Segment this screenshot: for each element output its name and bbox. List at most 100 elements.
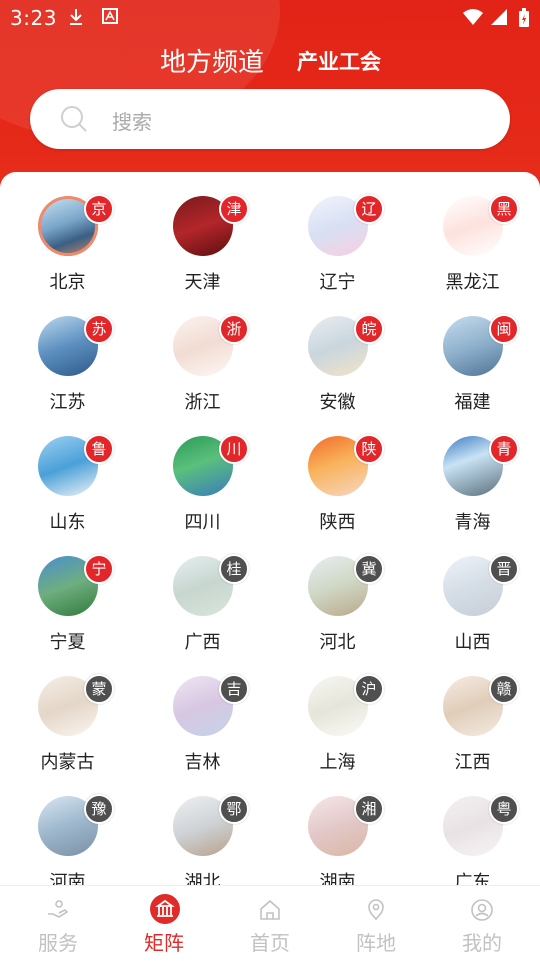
province-label: 吉林 [184, 752, 221, 773]
province-badge: 粤 [489, 794, 519, 824]
nav-label: 阵地 [356, 931, 396, 955]
nav-matrix[interactable]: 矩阵 [110, 886, 218, 961]
nav-home[interactable]: 首页 [216, 886, 324, 961]
status-bar: 3:23 [0, 0, 540, 36]
home-icon [258, 898, 282, 922]
bank-building-icon [150, 894, 180, 924]
province-badge: 皖 [354, 314, 384, 344]
province-label: 黑龙江 [445, 272, 500, 293]
province-label: 辽宁 [319, 272, 356, 293]
nav-label: 我的 [462, 931, 502, 955]
province-badge: 黑 [489, 194, 519, 224]
province-badge: 冀 [354, 554, 384, 584]
province-label: 江西 [454, 752, 491, 773]
province-label: 福建 [454, 392, 491, 413]
tab-local-channel[interactable]: 地方频道 [160, 42, 264, 79]
user-icon [470, 898, 494, 922]
province-item[interactable]: 青青海 [405, 434, 540, 556]
download-icon [68, 8, 84, 30]
province-item[interactable]: 陕陕西 [270, 434, 405, 556]
signal-icon [490, 8, 508, 30]
province-item[interactable]: 桂广西 [135, 554, 270, 676]
province-badge: 蒙 [84, 674, 114, 704]
province-label: 安徽 [319, 392, 356, 413]
nav-label: 矩阵 [144, 931, 184, 955]
province-item[interactable]: 鲁山东 [0, 434, 135, 556]
province-badge: 豫 [84, 794, 114, 824]
tab-industry-union[interactable]: 产业工会 [297, 46, 381, 76]
province-item[interactable]: 豫河南 [0, 794, 135, 885]
province-item[interactable]: 赣江西 [405, 674, 540, 796]
battery-charging-icon [518, 8, 530, 32]
province-badge: 鲁 [84, 434, 114, 464]
province-label: 广东 [454, 872, 491, 885]
province-badge: 鄂 [219, 794, 249, 824]
status-time: 3:23 [10, 6, 57, 30]
province-item[interactable]: 蒙内蒙古 [0, 674, 135, 796]
province-badge: 苏 [84, 314, 114, 344]
province-label: 北京 [49, 272, 86, 293]
service-hand-icon [46, 898, 70, 922]
province-badge: 沪 [354, 674, 384, 704]
province-badge: 湘 [354, 794, 384, 824]
search-placeholder: 搜索 [112, 110, 152, 134]
province-label: 山西 [454, 632, 491, 653]
province-label: 广西 [184, 632, 221, 653]
province-badge: 陕 [354, 434, 384, 464]
province-item[interactable]: 沪上海 [270, 674, 405, 796]
province-badge: 晋 [489, 554, 519, 584]
channel-tabs: 地方频道 产业工会 [0, 42, 540, 78]
province-item[interactable]: 京北京 [0, 194, 135, 316]
search-bar[interactable]: 搜索 [30, 89, 510, 149]
province-item[interactable]: 宁宁夏 [0, 554, 135, 676]
province-item[interactable]: 闽福建 [405, 314, 540, 436]
province-item[interactable]: 黑黑龙江 [405, 194, 540, 316]
province-badge: 桂 [219, 554, 249, 584]
nav-position[interactable]: 阵地 [322, 886, 430, 961]
nav-label: 首页 [250, 931, 290, 955]
province-panel: 京北京津天津辽辽宁黑黑龙江苏江苏浙浙江皖安徽闽福建鲁山东川四川陕陕西青青海宁宁夏… [0, 172, 540, 885]
nav-mine[interactable]: 我的 [428, 886, 536, 961]
province-label: 江苏 [49, 392, 86, 413]
nav-service[interactable]: 服务 [4, 886, 112, 961]
province-item[interactable]: 皖安徽 [270, 314, 405, 436]
province-item[interactable]: 浙浙江 [135, 314, 270, 436]
province-item[interactable]: 鄂湖北 [135, 794, 270, 885]
province-label: 河南 [49, 872, 86, 885]
province-item[interactable]: 吉吉林 [135, 674, 270, 796]
province-badge: 津 [219, 194, 249, 224]
location-pin-icon [364, 898, 388, 922]
province-label: 河北 [319, 632, 356, 653]
province-badge: 京 [84, 194, 114, 224]
province-badge: 赣 [489, 674, 519, 704]
province-item[interactable]: 粤广东 [405, 794, 540, 885]
province-badge: 辽 [354, 194, 384, 224]
province-item[interactable]: 苏江苏 [0, 314, 135, 436]
province-label: 山东 [49, 512, 86, 533]
province-badge: 闽 [489, 314, 519, 344]
wifi-icon [462, 8, 484, 30]
province-label: 上海 [319, 752, 356, 773]
province-label: 青海 [454, 512, 491, 533]
province-item[interactable]: 辽辽宁 [270, 194, 405, 316]
province-label: 陕西 [319, 512, 356, 533]
province-item[interactable]: 川四川 [135, 434, 270, 556]
province-badge: 青 [489, 434, 519, 464]
province-item[interactable]: 晋山西 [405, 554, 540, 676]
province-label: 浙江 [184, 392, 221, 413]
province-label: 湖北 [184, 872, 221, 885]
bottom-navigation: 服务 矩阵 首页 阵地 我的 [0, 885, 540, 961]
province-badge: 川 [219, 434, 249, 464]
province-label: 内蒙古 [40, 752, 95, 773]
province-label: 四川 [184, 512, 221, 533]
province-item[interactable]: 湘湖南 [270, 794, 405, 885]
province-label: 湖南 [319, 872, 356, 885]
app-notification-icon [102, 8, 118, 28]
province-item[interactable]: 冀河北 [270, 554, 405, 676]
province-item[interactable]: 津天津 [135, 194, 270, 316]
province-badge: 浙 [219, 314, 249, 344]
province-label: 宁夏 [49, 632, 86, 653]
province-badge: 宁 [84, 554, 114, 584]
nav-label: 服务 [38, 931, 78, 955]
search-icon [60, 105, 87, 132]
